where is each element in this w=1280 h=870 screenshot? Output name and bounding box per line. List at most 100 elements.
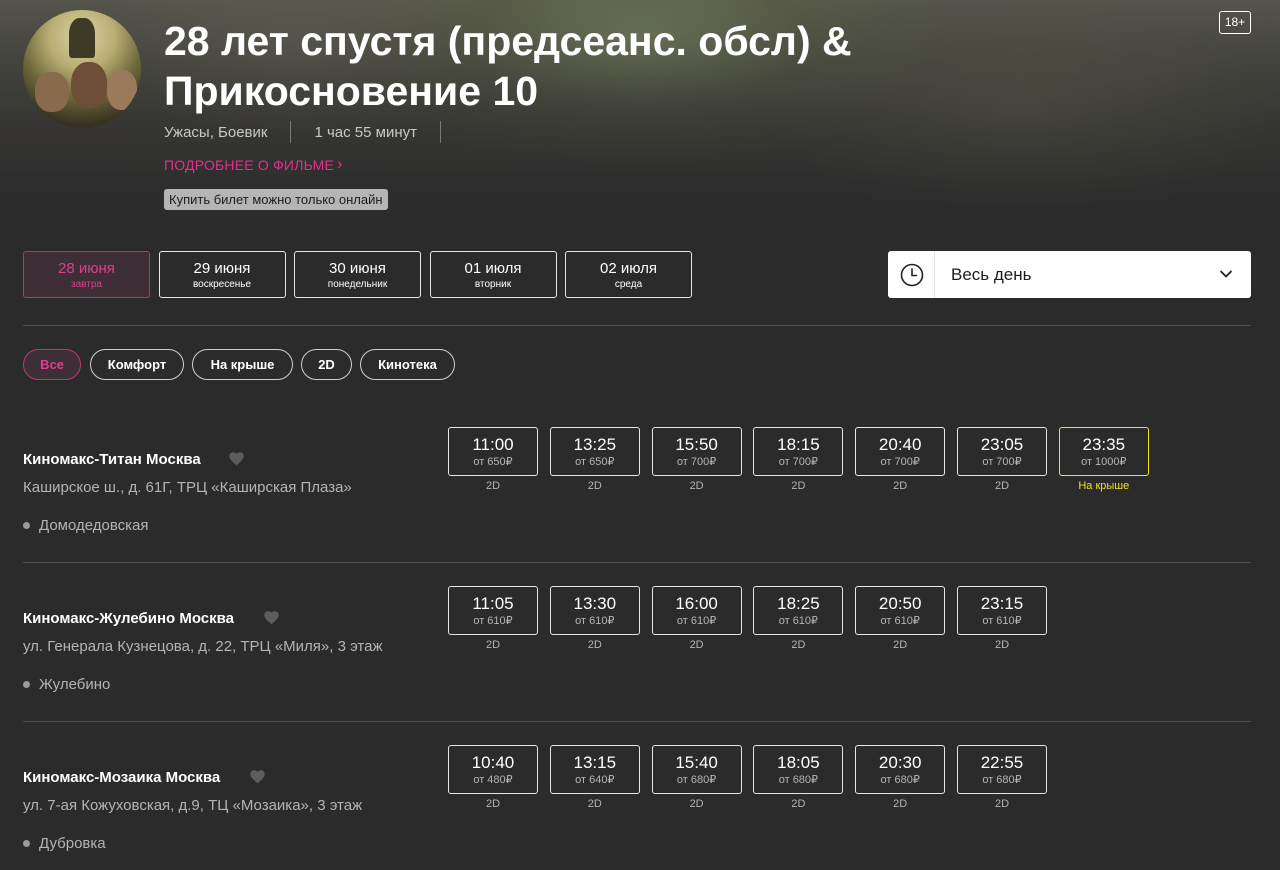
metro-station-name: Домодедовская bbox=[39, 517, 149, 534]
date-tab-weekday: вторник bbox=[474, 279, 512, 290]
cinema-address: Каширское ш., д. 61Г, ТРЦ «Каширская Пла… bbox=[23, 479, 352, 496]
session-time: 15:50 bbox=[675, 435, 718, 454]
session-time: 23:05 bbox=[980, 435, 1024, 454]
session-price: от 610₽ bbox=[778, 615, 819, 627]
session-time-button[interactable]: 15:50 от 700₽ bbox=[651, 427, 742, 476]
date-tab[interactable]: 02 июля среда bbox=[565, 251, 692, 298]
session-format: 2D bbox=[791, 639, 806, 651]
filter-chip[interactable]: 2D bbox=[301, 349, 352, 380]
poster-figure bbox=[35, 72, 69, 112]
cinema-name[interactable]: Киномакс-Титан Москва bbox=[23, 451, 201, 468]
metro-station-name: Дубровка bbox=[39, 835, 106, 852]
date-tab[interactable]: 29 июня воскресенье bbox=[158, 251, 286, 298]
filter-chip[interactable]: Комфорт bbox=[90, 349, 184, 380]
session-price: от 700₽ bbox=[982, 456, 1022, 468]
session-time: 23:15 bbox=[980, 594, 1024, 613]
date-tab[interactable]: 28 июня завтра bbox=[23, 251, 150, 298]
date-tab-day: 01 июля bbox=[464, 260, 522, 277]
session-time-button[interactable]: 18:25 от 610₽ bbox=[753, 586, 844, 635]
session-time-button[interactable]: 23:05 от 700₽ bbox=[957, 427, 1047, 476]
filter-chip[interactable]: Кинотека bbox=[360, 349, 455, 380]
heart-icon[interactable] bbox=[228, 452, 245, 472]
session-format: На крыше bbox=[1078, 480, 1130, 492]
metro-station: Дубровка bbox=[23, 835, 106, 852]
session-time-button[interactable]: 13:25 от 650₽ bbox=[549, 427, 640, 476]
heart-icon[interactable] bbox=[263, 611, 280, 631]
session-time-button[interactable]: 11:05 от 610₽ bbox=[448, 586, 538, 635]
poster-figure bbox=[107, 70, 137, 110]
session-format: 2D bbox=[893, 798, 908, 810]
poster-tree-art bbox=[69, 18, 95, 58]
cinema-divider bbox=[23, 721, 1251, 722]
session-format: 2D bbox=[485, 798, 501, 810]
session-time-button[interactable]: 20:40 от 700₽ bbox=[855, 427, 946, 476]
date-tab-day: 28 июня bbox=[58, 260, 115, 277]
cinema-address: ул. Генерала Кузнецова, д. 22, ТРЦ «Миля… bbox=[23, 638, 383, 655]
filter-chip[interactable]: На крыше bbox=[192, 349, 293, 380]
session-time-button[interactable]: 18:15 от 700₽ bbox=[753, 427, 844, 476]
movie-details-link[interactable]: ПОДРОБНЕЕ О ФИЛЬМЕ › bbox=[164, 156, 343, 174]
session-time-button[interactable]: 11:00 от 650₽ bbox=[448, 427, 538, 476]
cinema-divider bbox=[23, 562, 1251, 563]
session-format: 2D bbox=[587, 798, 602, 810]
session-time-button[interactable]: 23:35 от 1000₽ bbox=[1058, 427, 1149, 476]
session-format: 2D bbox=[791, 798, 806, 810]
metro-station: Жулебино bbox=[23, 676, 110, 693]
metro-dot-icon bbox=[23, 681, 30, 688]
cinema-name[interactable]: Киномакс-Мозаика Москва bbox=[23, 769, 220, 786]
movie-meta: Ужасы, Боевик 1 час 55 минут bbox=[164, 121, 464, 143]
session-format: 2D bbox=[485, 480, 501, 492]
filter-chip[interactable]: Все bbox=[23, 349, 81, 380]
movie-poster[interactable] bbox=[23, 10, 141, 128]
session-format: 2D bbox=[689, 639, 704, 651]
session-price: от 700₽ bbox=[676, 456, 717, 468]
session-format: 2D bbox=[689, 798, 704, 810]
date-tab[interactable]: 30 июня понедельник bbox=[294, 251, 421, 298]
session-time-button[interactable]: 13:30 от 610₽ bbox=[549, 586, 640, 635]
session-time-button[interactable]: 20:30 от 680₽ bbox=[855, 745, 946, 794]
session-time: 13:25 bbox=[573, 435, 617, 454]
section-divider bbox=[23, 325, 1251, 326]
session-price: от 640₽ bbox=[575, 774, 615, 786]
date-tab-day: 29 июня bbox=[193, 260, 251, 277]
time-of-day-select[interactable]: Весь день bbox=[888, 251, 1251, 298]
metro-dot-icon bbox=[23, 522, 30, 529]
session-time: 23:35 bbox=[1082, 435, 1126, 454]
session-time: 13:30 bbox=[573, 594, 617, 613]
session-time: 22:55 bbox=[980, 753, 1024, 772]
session-time-button[interactable]: 20:50 от 610₽ bbox=[855, 586, 946, 635]
heart-icon[interactable] bbox=[249, 770, 266, 790]
session-time: 16:00 bbox=[675, 594, 718, 613]
session-time-button[interactable]: 13:15 от 640₽ bbox=[549, 745, 640, 794]
cinema-name[interactable]: Киномакс-Жулебино Москва bbox=[23, 610, 234, 627]
session-time-button[interactable]: 15:40 от 680₽ bbox=[651, 745, 742, 794]
movie-genres: Ужасы, Боевик bbox=[164, 123, 268, 141]
session-format: 2D bbox=[791, 480, 806, 492]
session-price: от 610₽ bbox=[473, 615, 513, 627]
date-tab[interactable]: 01 июля вторник bbox=[429, 251, 557, 298]
time-of-day-value: Весь день bbox=[951, 265, 1032, 284]
date-tab-day: 02 июля bbox=[599, 260, 658, 277]
session-time-button[interactable]: 22:55 от 680₽ bbox=[957, 745, 1047, 794]
date-tab-weekday: среда bbox=[614, 279, 643, 290]
session-time-button[interactable]: 10:40 от 480₽ bbox=[448, 745, 538, 794]
session-price: от 650₽ bbox=[575, 456, 615, 468]
session-time-button[interactable]: 23:15 от 610₽ bbox=[957, 586, 1047, 635]
session-price: от 610₽ bbox=[575, 615, 615, 627]
session-price: от 680₽ bbox=[676, 774, 717, 786]
session-time: 18:05 bbox=[777, 753, 820, 772]
session-format: 2D bbox=[893, 480, 908, 492]
meta-separator bbox=[440, 121, 442, 143]
poster-figure bbox=[71, 62, 107, 108]
session-time: 18:25 bbox=[777, 594, 820, 613]
movie-title: 28 лет спустя (предсеанс. обсл) & Прикос… bbox=[164, 18, 852, 114]
movie-hero: 28 лет спустя (предсеанс. обсл) & Прикос… bbox=[0, 0, 1280, 224]
date-tab-weekday: воскресенье bbox=[192, 279, 252, 290]
date-tab-weekday: понедельник bbox=[327, 279, 388, 290]
session-format: 2D bbox=[994, 480, 1010, 492]
session-time-button[interactable]: 16:00 от 610₽ bbox=[651, 586, 742, 635]
session-time: 10:40 bbox=[471, 753, 515, 772]
session-price: от 610₽ bbox=[880, 615, 920, 627]
chevron-down-icon bbox=[1219, 267, 1233, 286]
session-time-button[interactable]: 18:05 от 680₽ bbox=[753, 745, 844, 794]
